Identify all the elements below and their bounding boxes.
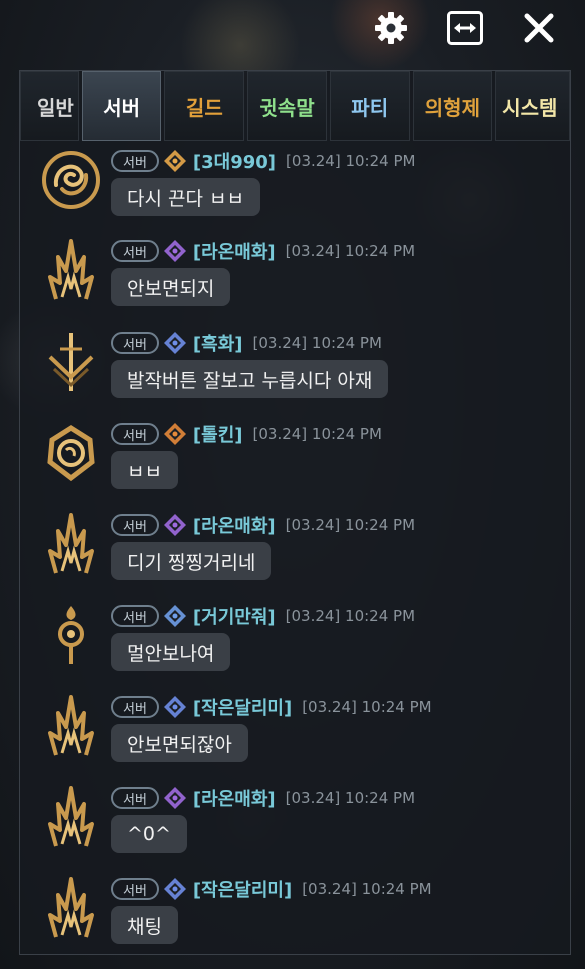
claw-emblem-icon[interactable] bbox=[40, 784, 102, 850]
class-icon bbox=[163, 877, 187, 901]
class-icon bbox=[163, 331, 187, 355]
message-header: 서버 [라온매화] [03.24] 10:24 PM bbox=[111, 513, 415, 537]
message-header: 서버 [라온매화] [03.24] 10:24 PM bbox=[111, 239, 415, 263]
swirl-emblem-icon[interactable] bbox=[40, 147, 102, 213]
sender-name[interactable]: [라온매화] bbox=[193, 512, 276, 538]
message-header: 서버 [작은달리미] [03.24] 10:24 PM bbox=[111, 877, 432, 901]
class-icon bbox=[163, 604, 187, 628]
expand-horizontal-icon[interactable] bbox=[447, 10, 483, 46]
channel-badge: 서버 bbox=[111, 787, 159, 809]
sender-name[interactable]: [톨킨] bbox=[193, 421, 243, 447]
claw-emblem-icon[interactable] bbox=[40, 875, 102, 941]
message-timestamp: [03.24] 10:24 PM bbox=[252, 425, 382, 443]
tab-label: 서버 bbox=[103, 95, 141, 120]
message-header: 서버 [흑화] [03.24] 10:24 PM bbox=[111, 331, 382, 355]
message-bubble: 채팅 bbox=[111, 906, 178, 944]
chat-message[interactable]: 서버 [3대990] [03.24] 10:24 PM 다시 끈다 ㅂㅂ bbox=[20, 143, 570, 233]
channel-badge: 서버 bbox=[111, 332, 159, 354]
tab-general[interactable]: 일반 bbox=[20, 71, 79, 141]
message-timestamp: [03.24] 10:24 PM bbox=[252, 334, 382, 352]
close-icon[interactable] bbox=[521, 10, 557, 46]
message-header: 서버 [톨킨] [03.24] 10:24 PM bbox=[111, 422, 382, 446]
message-timestamp: [03.24] 10:24 PM bbox=[302, 698, 432, 716]
claw-emblem-icon[interactable] bbox=[40, 237, 102, 303]
class-icon bbox=[163, 422, 187, 446]
message-timestamp: [03.24] 10:24 PM bbox=[286, 152, 416, 170]
channel-badge: 서버 bbox=[111, 423, 159, 445]
message-timestamp: [03.24] 10:24 PM bbox=[285, 607, 416, 625]
sender-name[interactable]: [라온매화] bbox=[193, 785, 276, 811]
message-bubble: 발작버튼 잘보고 누릅시다 아재 bbox=[111, 360, 389, 398]
class-icon bbox=[163, 239, 187, 263]
class-icon bbox=[163, 786, 187, 810]
channel-badge: 서버 bbox=[111, 150, 159, 172]
class-icon bbox=[163, 513, 187, 537]
chat-message[interactable]: 서버 [톨킨] [03.24] 10:24 PM ㅂㅂ bbox=[20, 416, 570, 506]
rose-emblem-icon[interactable] bbox=[40, 420, 102, 486]
sender-name[interactable]: [흑화] bbox=[193, 330, 243, 356]
chat-message[interactable]: 서버 [라온매화] [03.24] 10:24 PM 안보면되지 bbox=[20, 233, 570, 323]
class-icon bbox=[163, 695, 187, 719]
chat-message[interactable]: 서버 [라온매화] [03.24] 10:24 PM 디기 찡찡거리네 bbox=[20, 507, 570, 597]
message-bubble: 안보면되잖아 bbox=[111, 724, 248, 762]
message-bubble: ^0^ bbox=[111, 815, 187, 853]
staff-emblem-icon[interactable] bbox=[40, 602, 102, 668]
gear-icon[interactable] bbox=[373, 10, 409, 46]
sender-name[interactable]: [작은달리미] bbox=[193, 876, 292, 902]
message-header: 서버 [3대990] [03.24] 10:24 PM bbox=[111, 149, 415, 173]
sender-name[interactable]: [3대990] bbox=[193, 148, 276, 174]
channel-badge: 서버 bbox=[111, 605, 159, 627]
chat-panel: 일반 서버 길드 귓속말 파티 의형제 시스템 서버 [3대990] [03.24… bbox=[19, 70, 571, 955]
chat-message[interactable]: 서버 [라온매화] [03.24] 10:24 PM ^0^ bbox=[20, 780, 570, 870]
tab-whisper[interactable]: 귓속말 bbox=[247, 71, 327, 141]
message-bubble: 디기 찡찡거리네 bbox=[111, 542, 272, 580]
message-bubble: 안보면되지 bbox=[111, 268, 231, 306]
chat-message[interactable]: 서버 [거기만줘] [03.24] 10:24 PM 멀안보나여 bbox=[20, 598, 570, 688]
window-controls bbox=[373, 10, 557, 46]
tab-label: 시스템 bbox=[502, 95, 558, 120]
chat-message[interactable]: 서버 [흑화] [03.24] 10:24 PM 발작버튼 잘보고 누릅시다 아재 bbox=[20, 325, 570, 415]
sword-emblem-icon[interactable] bbox=[40, 329, 102, 395]
tab-label: 파티 bbox=[351, 95, 389, 120]
message-bubble: ㅂㅂ bbox=[111, 451, 178, 489]
tab-label: 귓속말 bbox=[259, 95, 315, 120]
message-timestamp: [03.24] 10:24 PM bbox=[285, 516, 416, 534]
sender-name[interactable]: [작은달리미] bbox=[193, 694, 292, 720]
channel-badge: 서버 bbox=[111, 514, 159, 536]
class-icon bbox=[163, 149, 187, 173]
sender-name[interactable]: [라온매화] bbox=[193, 238, 276, 264]
message-list[interactable]: 서버 [3대990] [03.24] 10:24 PM 다시 끈다 ㅂㅂ 서버 [라… bbox=[20, 143, 570, 954]
claw-emblem-icon[interactable] bbox=[40, 693, 102, 759]
chat-tab-bar: 일반 서버 길드 귓속말 파티 의형제 시스템 bbox=[20, 71, 570, 141]
message-header: 서버 [작은달리미] [03.24] 10:24 PM bbox=[111, 695, 432, 719]
message-header: 서버 [라온매화] [03.24] 10:24 PM bbox=[111, 786, 415, 810]
message-bubble: 멀안보나여 bbox=[111, 633, 231, 671]
channel-badge: 서버 bbox=[111, 696, 159, 718]
message-timestamp: [03.24] 10:24 PM bbox=[302, 880, 432, 898]
chat-message[interactable]: 서버 [작은달리미] [03.24] 10:24 PM 채팅 bbox=[20, 871, 570, 954]
chat-message[interactable]: 서버 [작은달리미] [03.24] 10:24 PM 안보면되잖아 bbox=[20, 689, 570, 779]
tab-server[interactable]: 서버 bbox=[81, 71, 162, 141]
tab-brotherhood[interactable]: 의형제 bbox=[412, 71, 493, 141]
tab-system[interactable]: 시스템 bbox=[495, 71, 570, 141]
claw-emblem-icon[interactable] bbox=[40, 511, 102, 577]
tab-label: 길드 bbox=[185, 95, 223, 120]
tab-party[interactable]: 파티 bbox=[329, 71, 410, 141]
message-bubble: 다시 끈다 ㅂㅂ bbox=[111, 178, 260, 216]
sender-name[interactable]: [거기만줘] bbox=[193, 603, 276, 629]
channel-badge: 서버 bbox=[111, 240, 159, 262]
channel-badge: 서버 bbox=[111, 878, 159, 900]
message-header: 서버 [거기만줘] [03.24] 10:24 PM bbox=[111, 604, 415, 628]
tab-guild[interactable]: 길드 bbox=[164, 71, 245, 141]
message-timestamp: [03.24] 10:24 PM bbox=[285, 789, 416, 807]
message-timestamp: [03.24] 10:24 PM bbox=[285, 242, 416, 260]
tab-label: 일반 bbox=[36, 95, 74, 120]
tab-label: 의형제 bbox=[424, 95, 480, 120]
